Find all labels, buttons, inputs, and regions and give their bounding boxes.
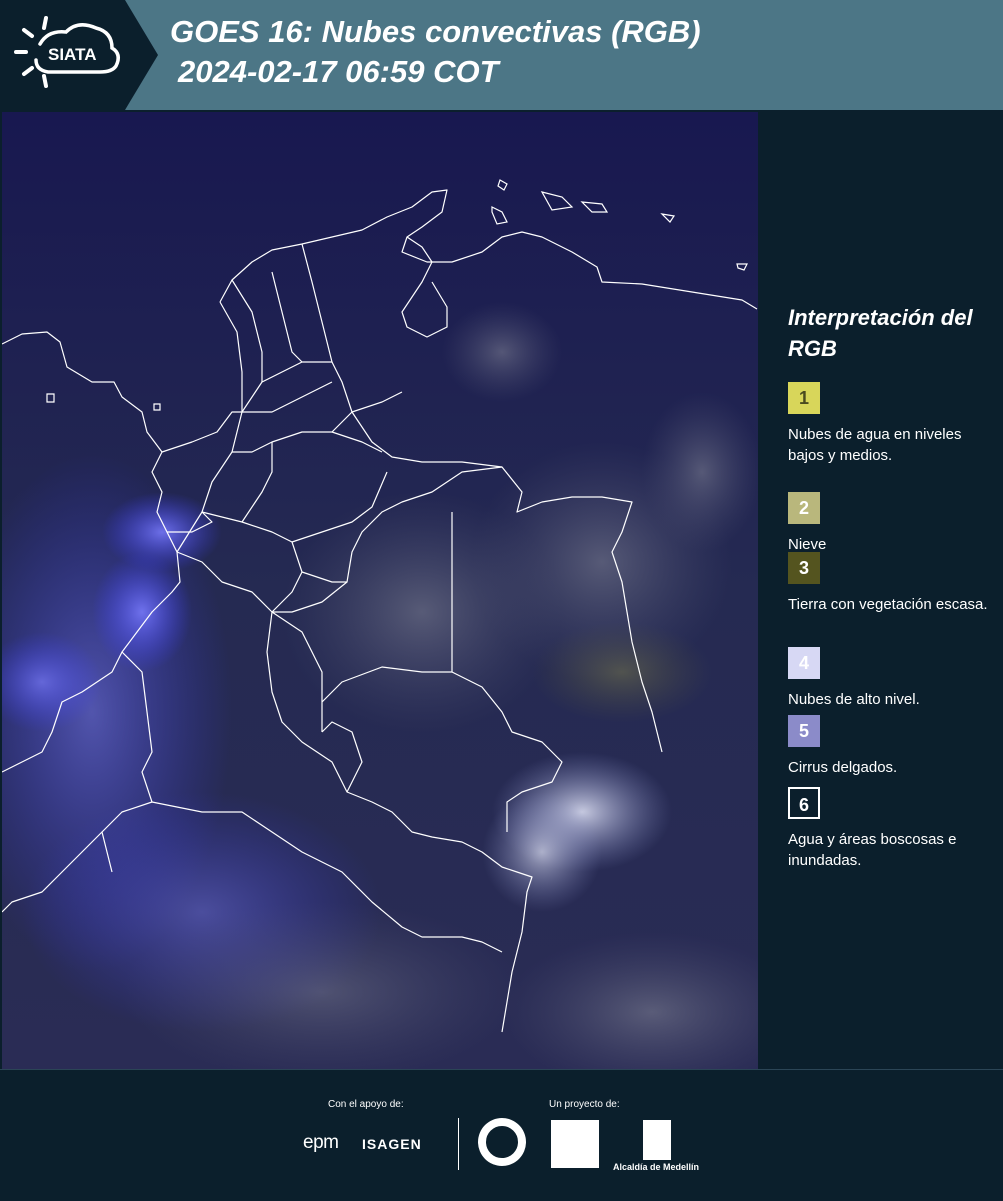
legend-swatch: 4 [788, 647, 820, 679]
map-timestamp: 2024-02-17 06:59 COT [178, 54, 499, 89]
legend-swatch: 3 [788, 552, 820, 584]
legend-item-4: 4 Nubes de alto nivel. [788, 647, 998, 710]
legend-panel: Interpretación del RGB 1 Nubes de agua en… [760, 112, 1003, 1069]
legend-item-1: 1 Nubes de agua en niveles bajos y medios… [788, 382, 998, 466]
alcaldia-shield-logo [643, 1120, 671, 1160]
legend-label: Tierra con vegetación escasa. [788, 596, 988, 613]
medellin-seal-logo [478, 1118, 526, 1166]
legend-swatch: 6 [788, 787, 820, 819]
area-metropolitana-logo [551, 1120, 599, 1168]
epm-logo: epm [303, 1132, 339, 1153]
satellite-map [2, 112, 758, 1069]
legend-label: Agua y áreas boscosas e inundadas. [788, 831, 957, 869]
footer: Con el apoyo de: Un proyecto de: epm ISA… [0, 1069, 1003, 1201]
support-caption: Con el apoyo de: [328, 1099, 404, 1110]
siata-logo: SIATA [0, 0, 158, 110]
legend-swatch: 1 [788, 382, 820, 414]
legend-label: Nubes de agua en niveles bajos y medios. [788, 426, 962, 464]
legend-item-5: 5 Cirrus delgados. [788, 715, 998, 778]
svg-text:SIATA: SIATA [48, 45, 96, 64]
legend-item-2: 2 Nieve [788, 492, 998, 555]
legend-item-3: 3 Tierra con vegetación escasa. [788, 552, 998, 615]
isagen-logo: ISAGEN [362, 1136, 422, 1152]
project-caption: Un proyecto de: [549, 1099, 620, 1110]
legend-swatch: 2 [788, 492, 820, 524]
map-title: GOES 16: Nubes convectivas (RGB) [170, 14, 701, 49]
legend-title: Interpretación del RGB [788, 305, 973, 361]
alcaldia-label: Alcaldía de Medellín [613, 1162, 700, 1172]
legend-label: Nubes de alto nivel. [788, 691, 920, 708]
header-bar: SIATA GOES 16: Nubes convectivas (RGB) 2… [0, 0, 1003, 110]
legend-swatch: 5 [788, 715, 820, 747]
legend-item-6: 6 Agua y áreas boscosas e inundadas. [788, 787, 998, 871]
legend-label: Cirrus delgados. [788, 759, 898, 776]
sun-cloud-icon: SIATA [14, 16, 120, 88]
footer-divider [458, 1118, 459, 1170]
